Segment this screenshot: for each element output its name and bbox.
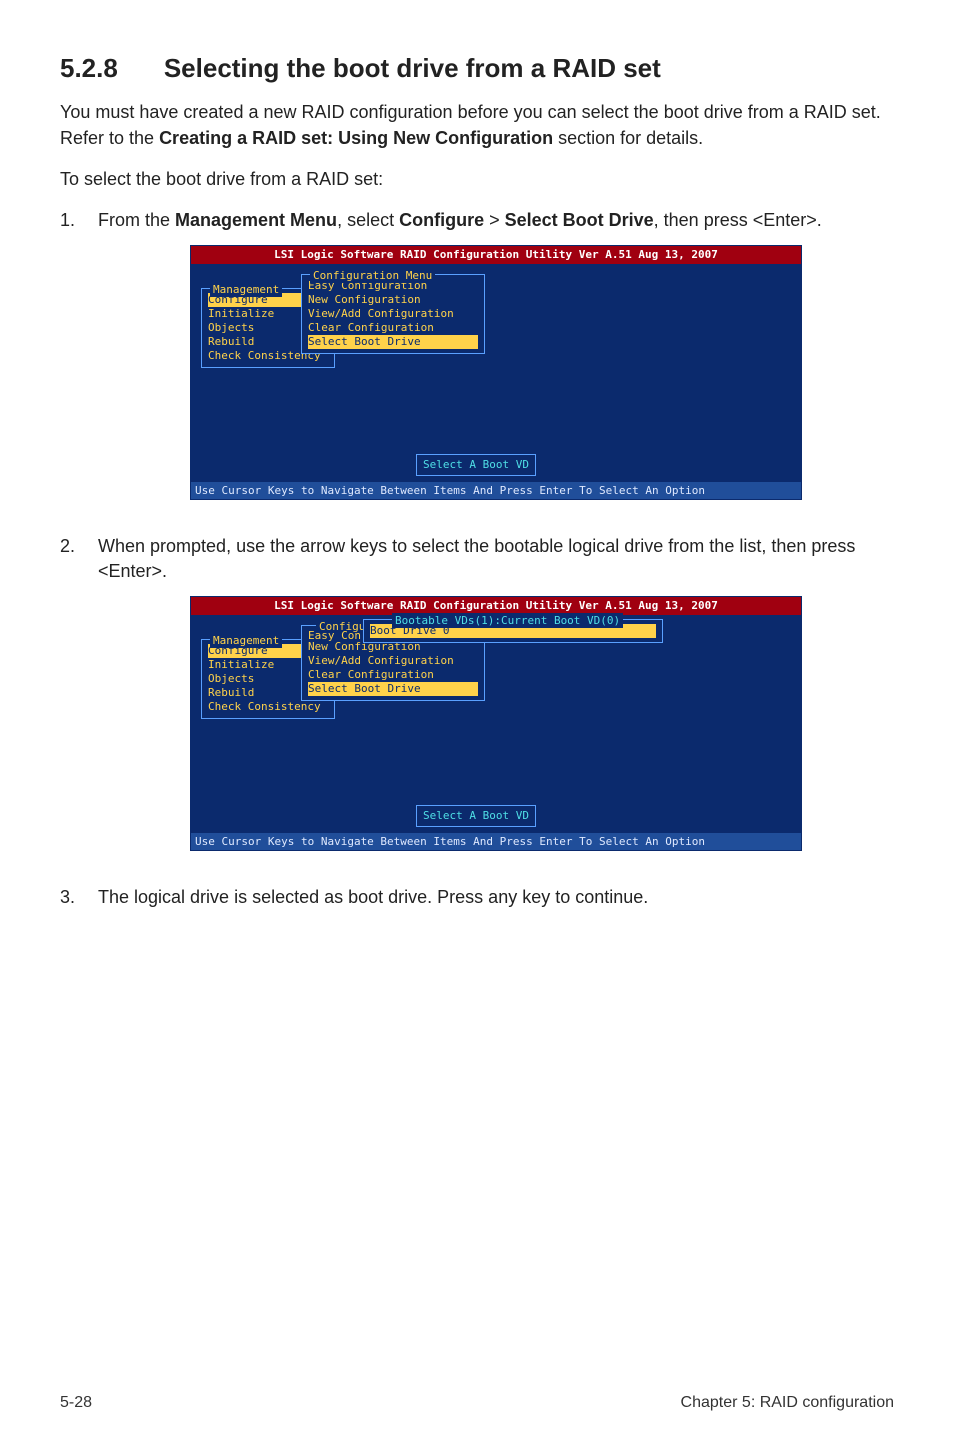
- terminal-title: LSI Logic Software RAID Configuration Ut…: [191, 246, 801, 263]
- bootable-vds-panel: Bootable VDs(1):Current Boot VD(0) Boot …: [363, 619, 663, 643]
- menu-item-check-consistency[interactable]: Check Consistency: [208, 700, 328, 714]
- menu-item-new-configuration[interactable]: New Configuration: [308, 293, 478, 307]
- management-menu-title: Management: [210, 282, 282, 297]
- step-2: 2. When prompted, use the arrow keys to …: [60, 534, 894, 873]
- step-text: When prompted, use the arrow keys to sel…: [98, 536, 855, 581]
- step-body: From the Management Menu, select Configu…: [98, 208, 894, 522]
- terminal-footer: Use Cursor Keys to Navigate Between Item…: [191, 833, 801, 850]
- steps-list: 1. From the Management Menu, select Conf…: [60, 208, 894, 910]
- menu-item-select-boot-drive[interactable]: Select Boot Drive: [308, 682, 478, 696]
- intro-paragraph-2: To select the boot drive from a RAID set…: [60, 167, 894, 192]
- configuration-menu-title: Configuration Menu: [310, 268, 435, 283]
- menu-path-1: Configure: [399, 210, 484, 230]
- chapter-label: Chapter 5: RAID configuration: [681, 1392, 894, 1414]
- step-number: 2.: [60, 534, 98, 873]
- step-text: From the: [98, 210, 175, 230]
- step-text: >: [484, 210, 505, 230]
- menu-item-view-add-configuration[interactable]: View/Add Configuration: [308, 307, 478, 321]
- step-text: , select: [337, 210, 399, 230]
- menu-path-2: Select Boot Drive: [505, 210, 654, 230]
- menu-item-select-boot-drive[interactable]: Select Boot Drive: [308, 335, 478, 349]
- step-body: When prompted, use the arrow keys to sel…: [98, 534, 894, 873]
- hint-select-boot-vd: Select A Boot VD: [416, 805, 536, 826]
- page: 5.2.8 Selecting the boot drive from a RAI…: [0, 0, 954, 1438]
- section-title: Selecting the boot drive from a RAID set: [164, 53, 661, 83]
- terminal-screenshot-2: LSI Logic Software RAID Configuration Ut…: [190, 596, 802, 851]
- step-number: 1.: [60, 208, 98, 522]
- menu-item-clear-configuration[interactable]: Clear Configuration: [308, 321, 478, 335]
- menu-item-view-add-configuration[interactable]: View/Add Configuration: [308, 654, 478, 668]
- page-footer: 5-28 Chapter 5: RAID configuration: [60, 1392, 894, 1414]
- intro-paragraph-1: You must have created a new RAID configu…: [60, 100, 894, 150]
- step-3: 3. The logical drive is selected as boot…: [60, 885, 894, 910]
- terminal-body: Management Configure Initialize Objects …: [191, 615, 801, 833]
- section-heading: 5.2.8 Selecting the boot drive from a RAI…: [60, 50, 894, 86]
- step-number: 3.: [60, 885, 98, 910]
- step-body: The logical drive is selected as boot dr…: [98, 885, 894, 910]
- bootable-vds-title: Bootable VDs(1):Current Boot VD(0): [392, 613, 623, 628]
- terminal-footer: Use Cursor Keys to Navigate Between Item…: [191, 482, 801, 499]
- step-1: 1. From the Management Menu, select Conf…: [60, 208, 894, 522]
- menu-item-clear-configuration[interactable]: Clear Configuration: [308, 668, 478, 682]
- menu-item-easy-trunc: Easy Con: [308, 629, 361, 643]
- configuration-menu-panel: Configuration Menu Easy Configuration Ne…: [301, 274, 485, 354]
- intro-text-post: section for details.: [553, 128, 703, 148]
- terminal-body: Management Configure Initialize Objects …: [191, 264, 801, 482]
- menu-name: Management Menu: [175, 210, 337, 230]
- hint-select-boot-vd: Select A Boot VD: [416, 454, 536, 475]
- terminal-screenshot-1: LSI Logic Software RAID Configuration Ut…: [190, 245, 802, 500]
- page-number: 5-28: [60, 1392, 92, 1414]
- step-text: , then press <Enter>.: [654, 210, 822, 230]
- management-menu-title: Management: [210, 633, 282, 648]
- intro-bold: Creating a RAID set: Using New Configura…: [159, 128, 553, 148]
- section-number: 5.2.8: [60, 50, 118, 86]
